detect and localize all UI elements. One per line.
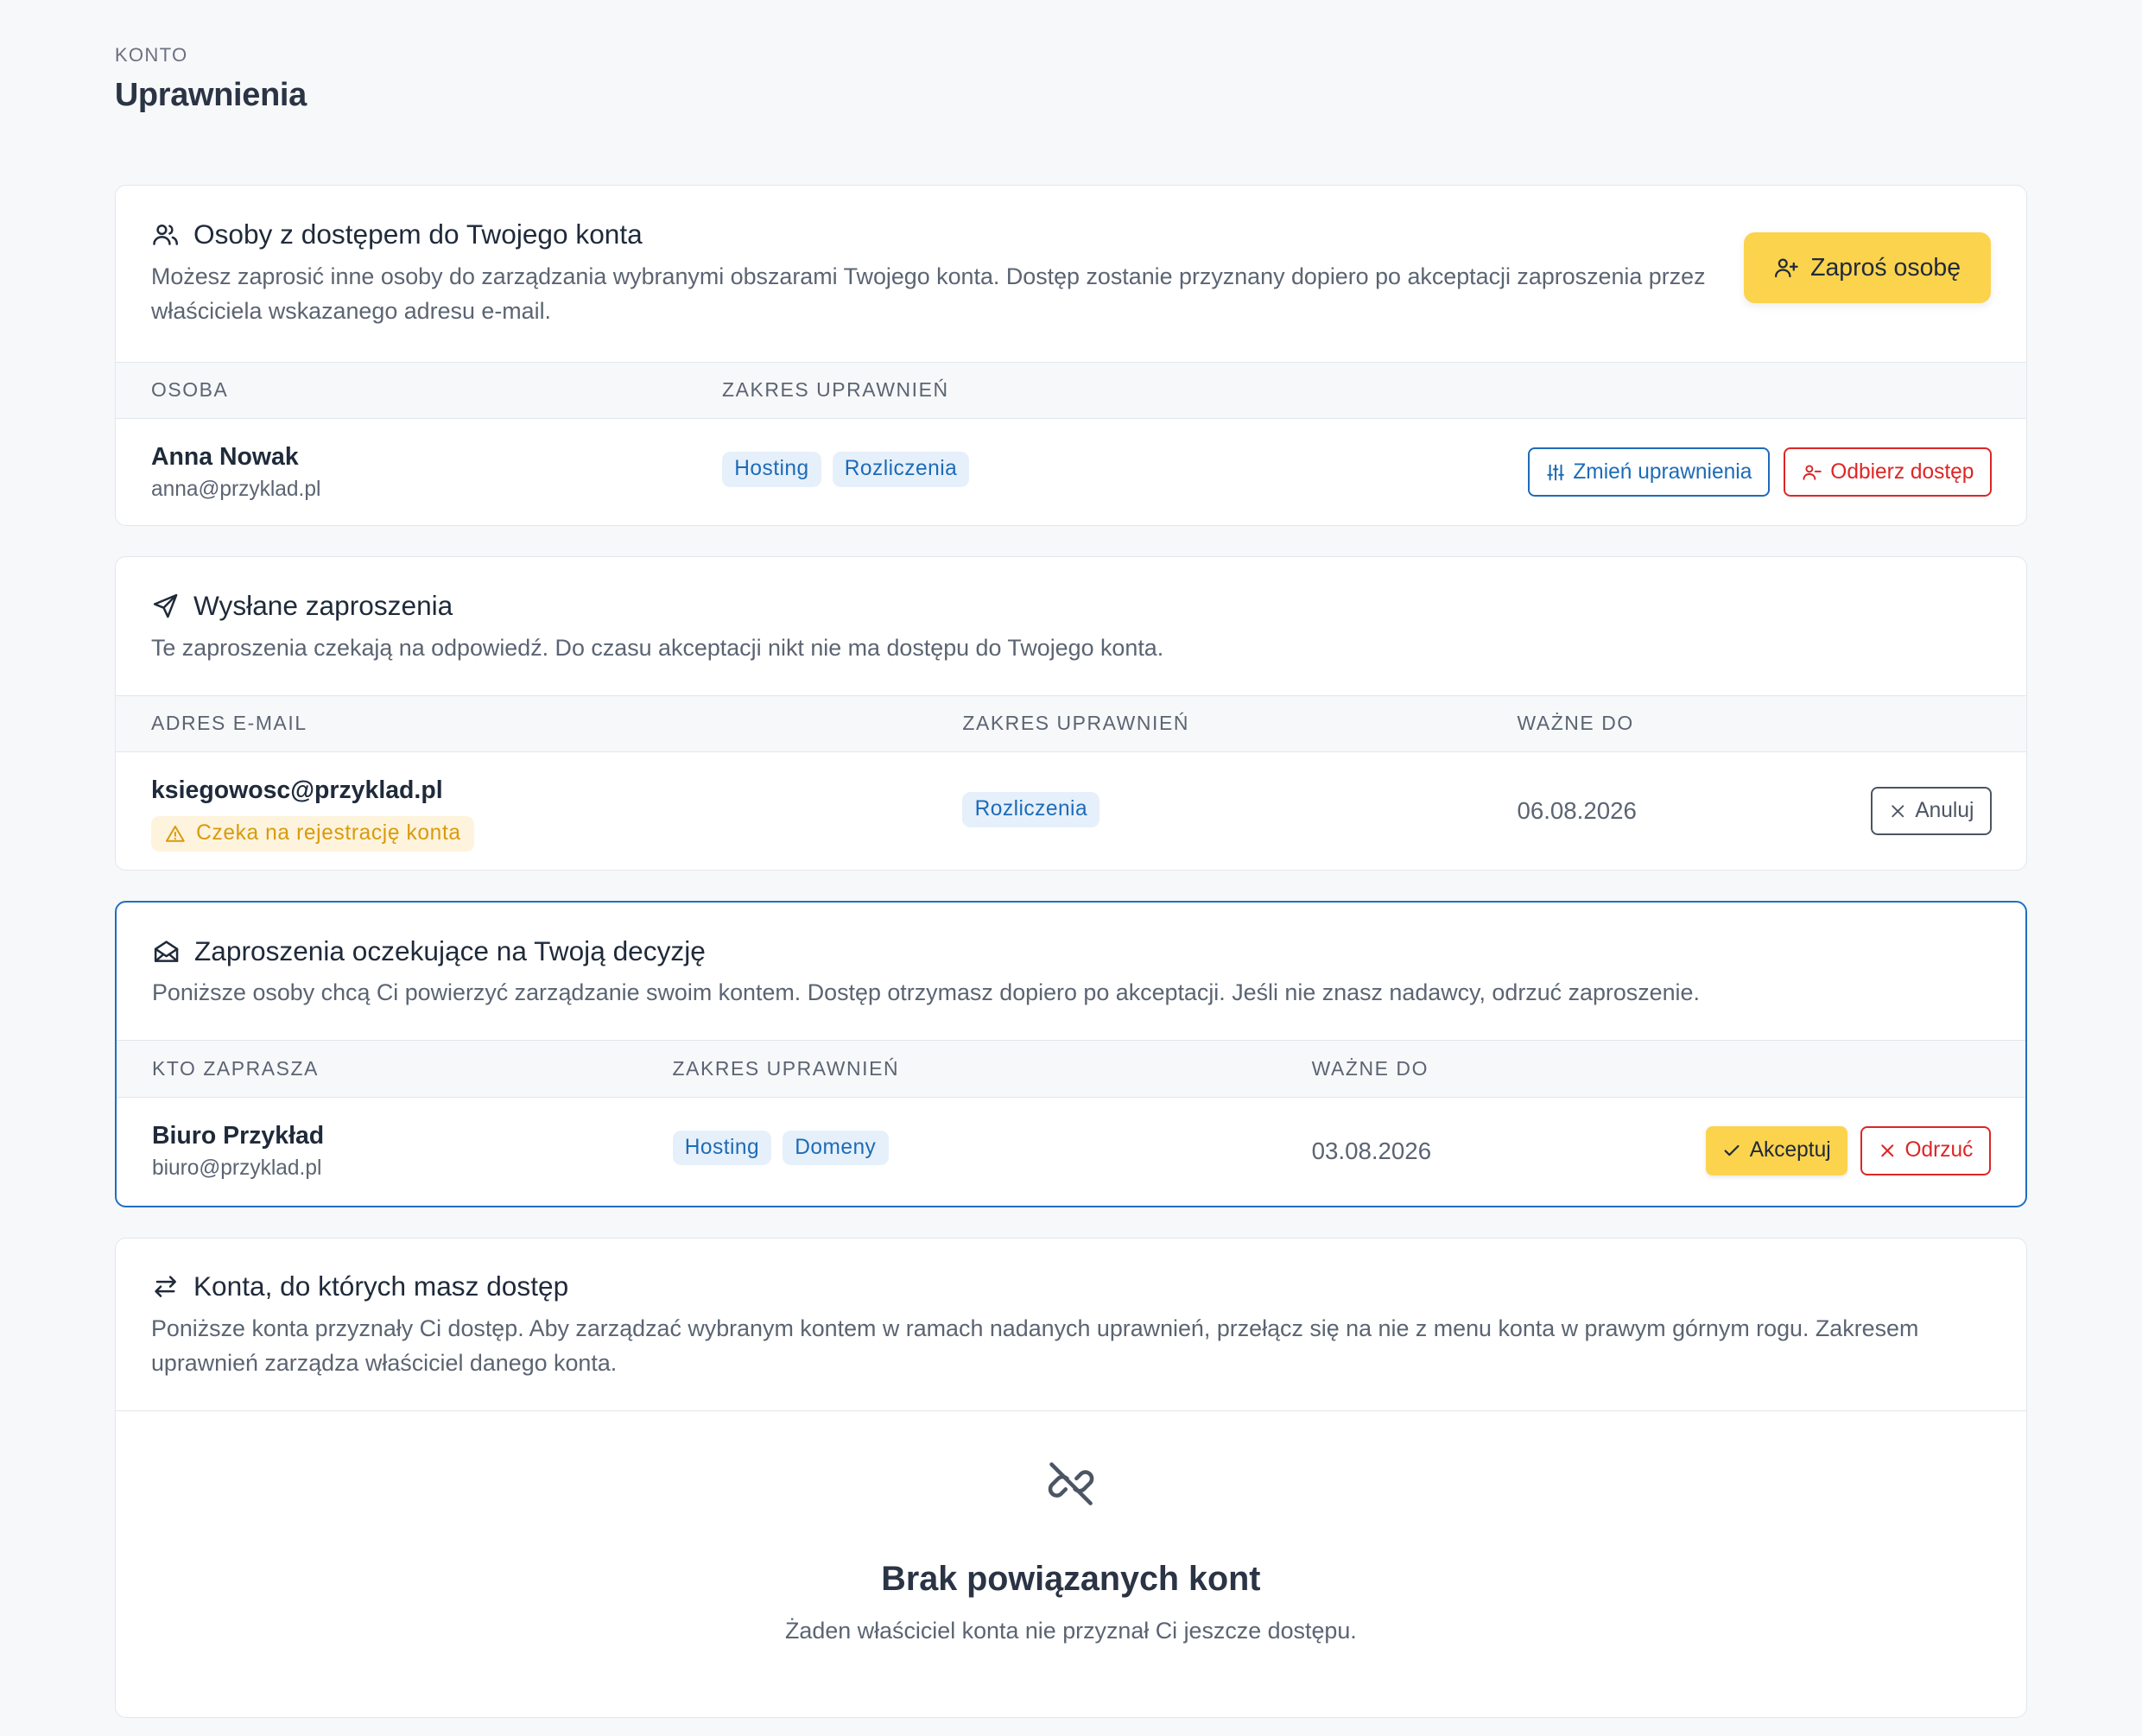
empty-state-title: Brak powiązanych kont — [881, 1559, 1261, 1598]
reject-label: Odrzuć — [1904, 1138, 1974, 1163]
column-header: ZAKRES UPRAWNIEŃ — [962, 712, 1189, 735]
sent-card-header: Wysłane zaproszenia Te zaproszenia czeka… — [116, 557, 2026, 695]
linked-accounts-card: Konta, do których masz dostęp Poniższe k… — [114, 1237, 2027, 1718]
revoke-access-label: Odbierz dostęp — [1830, 459, 1974, 484]
cancel-invitation-button[interactable]: Anuluj — [1871, 786, 1993, 836]
pending-card-title: Zaproszenia oczekujące na Twoją decyzję — [193, 935, 706, 966]
column-header: WAŻNE DO — [1311, 1057, 1429, 1080]
table-row: ksiegowosc@przyklad.pl Czeka na rejestra… — [116, 752, 2026, 870]
page-title: Uprawnienia — [114, 77, 307, 114]
invite-person-label: Zaproś osobę — [1810, 253, 1961, 282]
sent-table-header: ADRES E-MAIL ZAKRES UPRAWNIEŃ WAŻNE DO — [115, 694, 2026, 753]
pending-decision-card: Zaproszenia oczekujące na Twoją decyzję … — [114, 900, 2027, 1207]
invite-person-button[interactable]: Zaproś osobę — [1743, 232, 1991, 304]
revoke-access-button[interactable]: Odbierz dostęp — [1784, 447, 1993, 497]
page-eyebrow: KONTO — [114, 43, 188, 66]
user-minus-icon — [1802, 462, 1822, 483]
link-broken-icon — [1045, 1458, 1097, 1510]
inviter-email: biuro@przyklad.pl — [151, 1156, 322, 1180]
column-header: OSOBA — [150, 378, 229, 402]
check-icon — [1722, 1141, 1741, 1160]
inviter-name: Biuro Przykład — [151, 1122, 325, 1150]
linked-card-description: Poniższe konta przyznały Ci dostęp. Aby … — [150, 1315, 1919, 1377]
permission-tag: Domeny — [782, 1130, 889, 1166]
cancel-label: Anuluj — [1915, 799, 1974, 823]
sliders-icon — [1546, 463, 1565, 482]
accept-invitation-button[interactable]: Akceptuj — [1706, 1125, 1847, 1175]
user-plus-icon — [1773, 255, 1799, 281]
table-row: Biuro Przykład biuro@przyklad.pl Hosting… — [117, 1098, 2025, 1206]
empty-state: Brak powiązanych kont Żaden właściciel k… — [115, 1410, 2026, 1716]
status-badge: Czeka na rejestrację konta — [150, 816, 475, 852]
access-card: Osoby z dostępem do Twojego konta Możesz… — [114, 185, 2027, 527]
access-card-header: Osoby z dostępem do Twojego konta Możesz… — [116, 186, 2026, 361]
close-icon — [1879, 1142, 1897, 1160]
sent-invitations-card: Wysłane zaproszenia Te zaproszenia czeka… — [114, 556, 2027, 871]
permission-tag: Hosting — [672, 1130, 772, 1166]
accept-label: Akceptuj — [1749, 1138, 1831, 1163]
users-icon — [151, 220, 180, 249]
person-name: Anna Nowak — [150, 443, 299, 472]
sent-card-description: Te zaproszenia czekają na odpowiedź. Do … — [150, 634, 1164, 661]
permissions-page: KONTO Uprawnienia Osoby z dostępem do Tw… — [0, 0, 2142, 1718]
permission-tag: Rozliczenia — [832, 451, 970, 487]
linked-card-title: Konta, do których masz dostęp — [193, 1270, 569, 1302]
linked-card-header: Konta, do których masz dostęp Poniższe k… — [116, 1239, 2026, 1411]
pending-card-description: Poniższe osoby chcą Ci powierzyć zarządz… — [151, 979, 1700, 1006]
send-icon — [151, 592, 180, 620]
table-row: Anna Nowak anna@przyklad.pl Hosting Rozli… — [116, 419, 2026, 525]
reject-invitation-button[interactable]: Odrzuć — [1860, 1125, 1992, 1175]
warning-icon — [165, 824, 186, 845]
empty-state-description: Żaden właściciel konta nie przyznał Ci j… — [785, 1617, 1357, 1644]
column-header: ADRES E-MAIL — [150, 712, 307, 735]
pending-card-header: Zaproszenia oczekujące na Twoją decyzję … — [117, 903, 2025, 1041]
change-permissions-button[interactable]: Zmień uprawnienia — [1527, 447, 1771, 497]
status-label: Czeka na rejestrację konta — [196, 821, 461, 846]
access-table-header: OSOBA ZAKRES UPRAWNIEŃ — [115, 361, 2026, 419]
person-email: anna@przyklad.pl — [150, 477, 321, 501]
access-card-description: Możesz zaprosić inne osoby do zarządzani… — [150, 263, 1706, 325]
change-permissions-label: Zmień uprawnienia — [1573, 459, 1752, 484]
column-header: KTO ZAPRASZA — [151, 1057, 320, 1080]
column-header: WAŻNE DO — [1517, 712, 1634, 735]
arrows-swap-icon — [151, 1272, 180, 1301]
sent-card-title: Wysłane zaproszenia — [193, 590, 453, 622]
pending-table-header: KTO ZAPRASZA ZAKRES UPRAWNIEŃ WAŻNE DO — [116, 1040, 2025, 1098]
column-header: ZAKRES UPRAWNIEŃ — [722, 378, 949, 402]
mail-open-icon — [152, 937, 181, 966]
column-header: ZAKRES UPRAWNIEŃ — [672, 1057, 900, 1080]
access-card-title: Osoby z dostępem do Twojego konta — [193, 219, 643, 250]
invited-email: ksiegowosc@przyklad.pl — [150, 776, 443, 805]
permission-tag: Rozliczenia — [962, 791, 1100, 827]
valid-until-date: 06.08.2026 — [1517, 797, 1637, 825]
close-icon — [1889, 802, 1907, 820]
permission-tag: Hosting — [722, 451, 821, 487]
valid-until-date: 03.08.2026 — [1311, 1137, 1432, 1164]
